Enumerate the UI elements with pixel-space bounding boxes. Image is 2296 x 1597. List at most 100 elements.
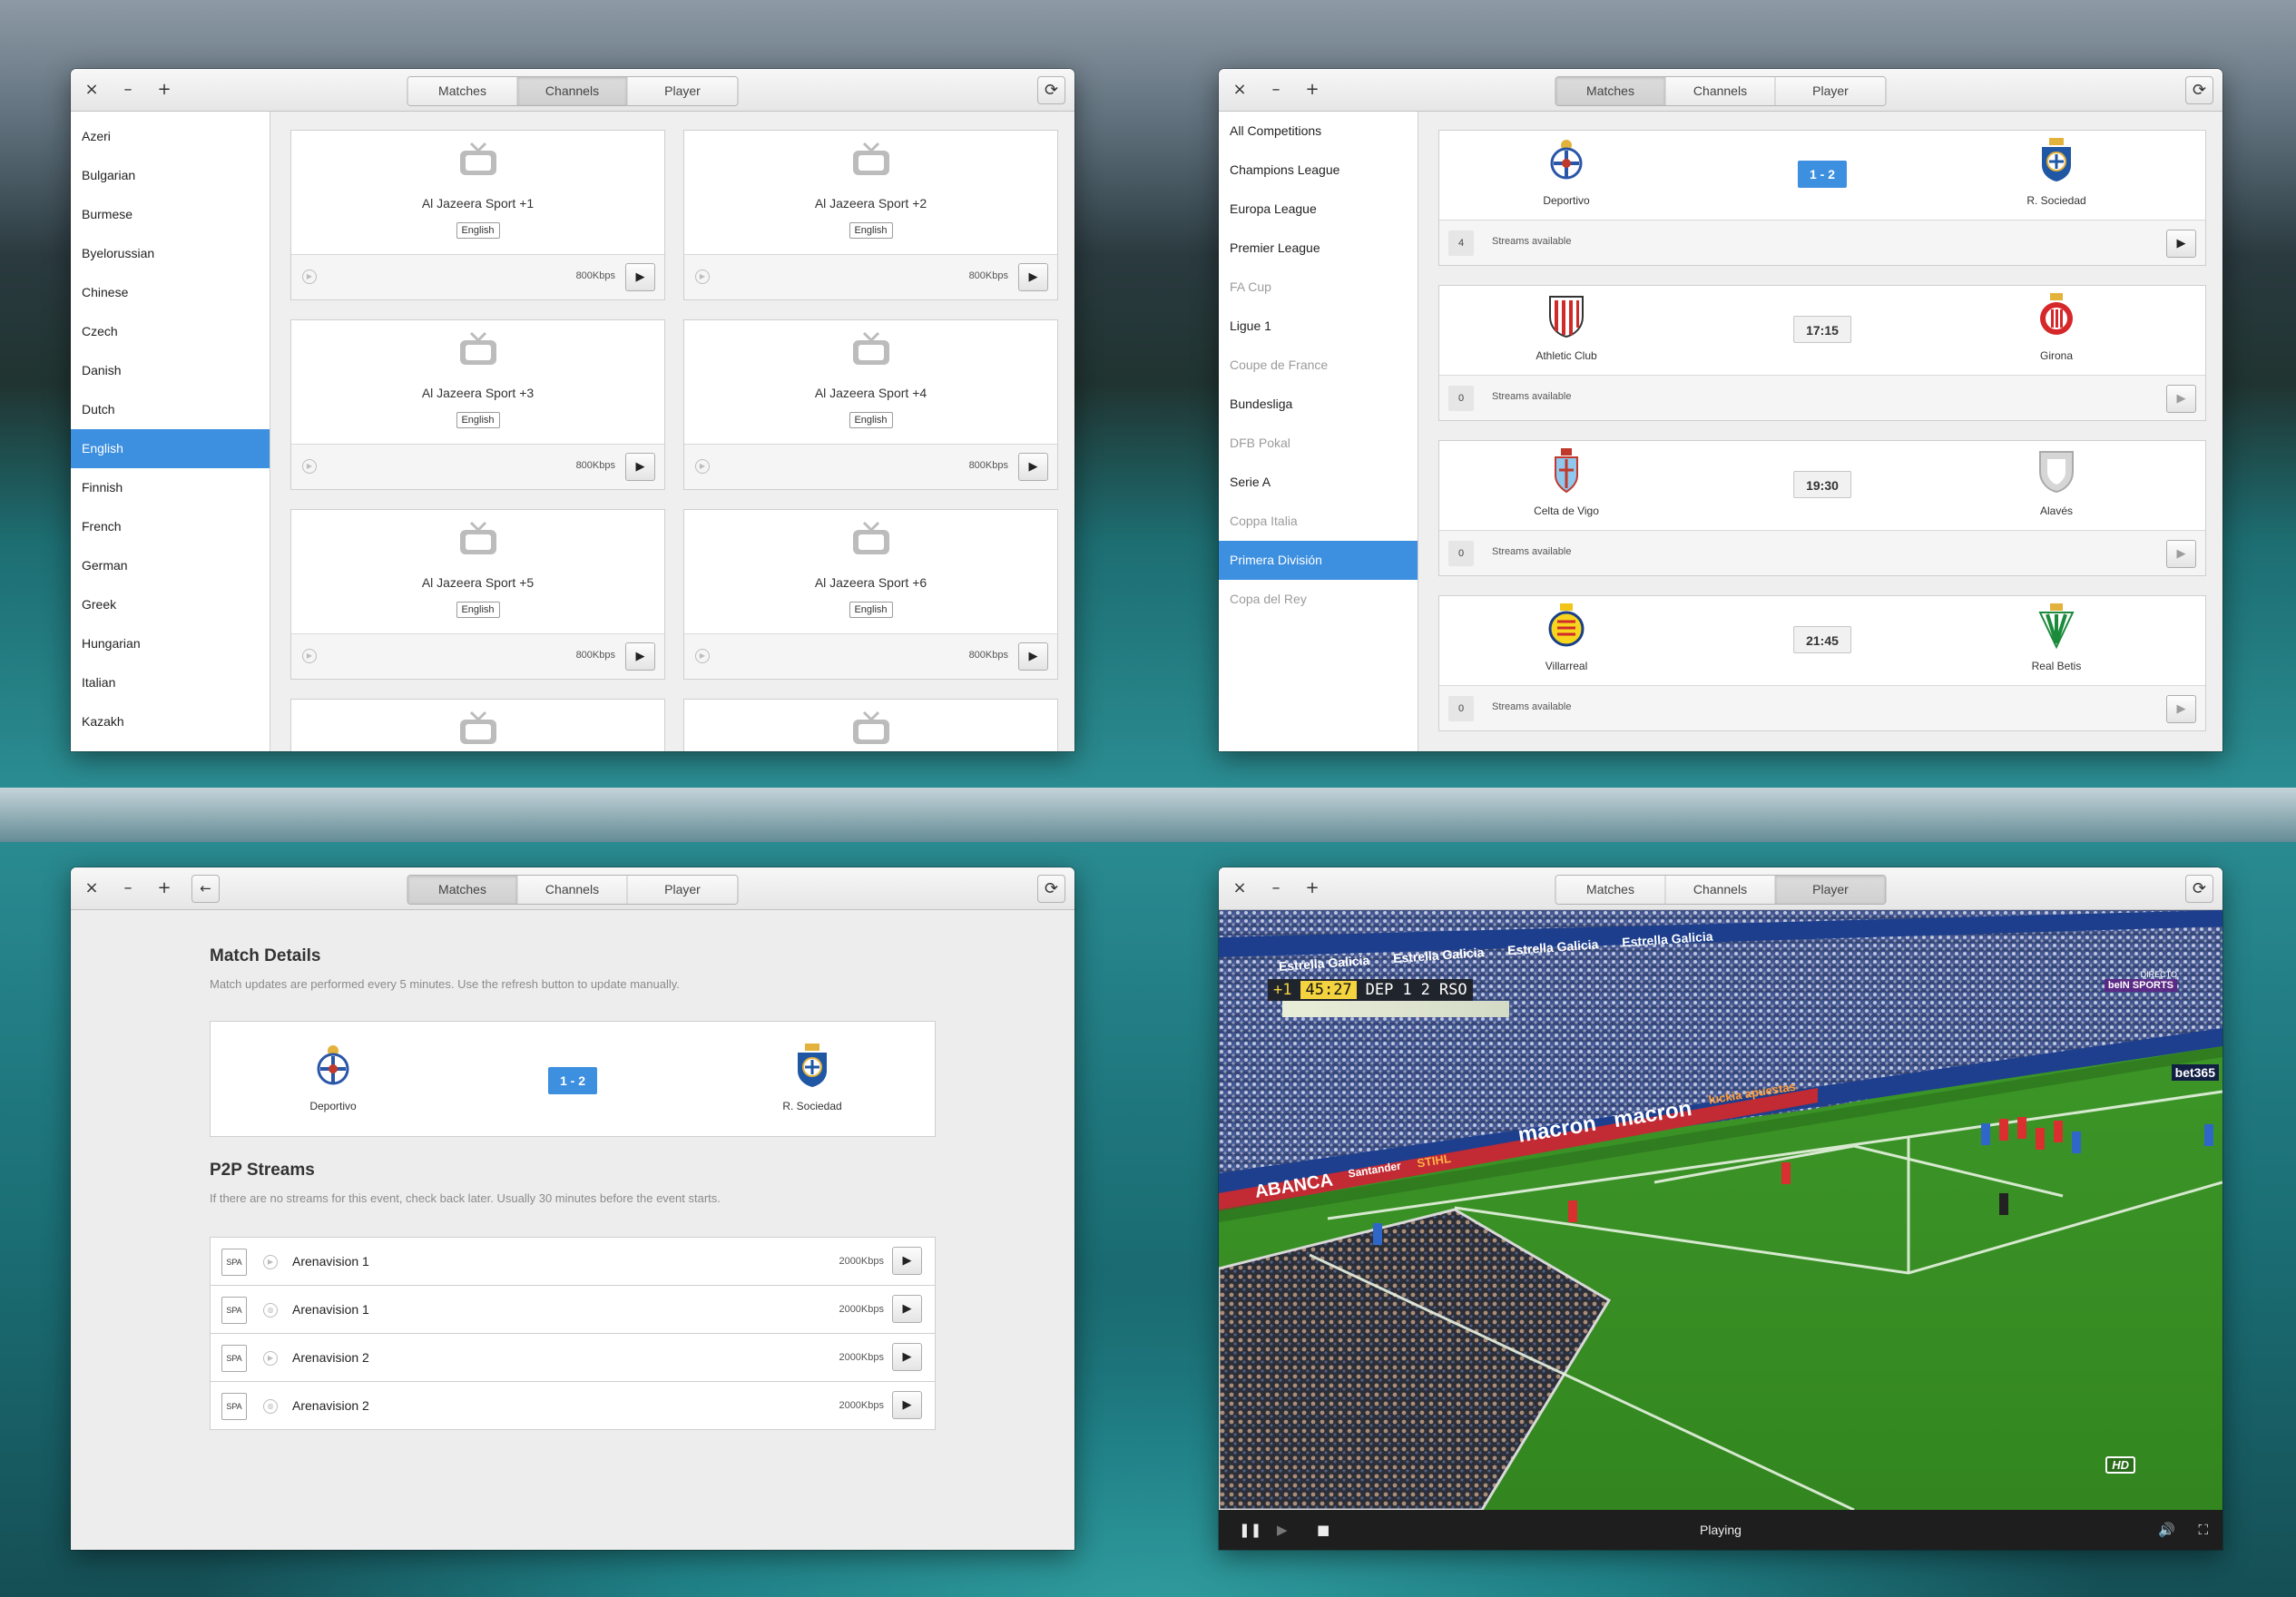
streams-label: Streams available: [1492, 391, 1572, 402]
refresh-icon[interactable]: ⟳: [2185, 875, 2213, 903]
match-card[interactable]: Deportivo 1 - 2 R. Sociedad 4 Streams availa…: [1438, 130, 2206, 266]
sidebar-item-language[interactable]: German: [71, 546, 270, 585]
stream-count: 4: [1448, 230, 1474, 256]
tab-player[interactable]: Player: [627, 77, 738, 105]
channel-card-partial[interactable]: [290, 699, 665, 751]
sidebar-item-language[interactable]: French: [71, 507, 270, 546]
play-button[interactable]: ▶: [1018, 453, 1048, 481]
tab-matches[interactable]: Matches: [1555, 77, 1666, 105]
sidebar-item-language-selected[interactable]: English: [71, 429, 270, 468]
channel-card[interactable]: Al Jazeera Sport +3 English ▶ 800Kbps ▶: [290, 319, 665, 490]
tab-matches[interactable]: Matches: [407, 77, 518, 105]
volume-icon[interactable]: 🔊: [2158, 1519, 2175, 1541]
match-card[interactable]: Celta de Vigo 19:30 Alavés 0 Streams availab…: [1438, 440, 2206, 576]
play-button[interactable]: ▶: [625, 642, 655, 671]
play-button[interactable]: ▶: [892, 1247, 922, 1275]
tab-channels[interactable]: Channels: [517, 876, 628, 904]
play-button[interactable]: ▶: [2166, 540, 2196, 568]
match-card[interactable]: Villarreal 21:45 Real Betis 0 Streams availa…: [1438, 595, 2206, 731]
play-button[interactable]: ▶: [1018, 642, 1048, 671]
channel-card[interactable]: Al Jazeera Sport +4 English ▶ 800Kbps ▶: [683, 319, 1058, 490]
refresh-icon[interactable]: ⟳: [1037, 76, 1065, 104]
sidebar-item-language[interactable]: Dutch: [71, 390, 270, 429]
sidebar-item-language[interactable]: Danish: [71, 351, 270, 390]
sidebar-item-competition[interactable]: Primera División: [1219, 541, 1418, 580]
tab-player[interactable]: Player: [1775, 77, 1886, 105]
stream-row[interactable]: SPA ◍ Arenavision 1 2000Kbps ▶: [210, 1285, 936, 1334]
tab-channels[interactable]: Channels: [1665, 876, 1776, 904]
sidebar-item-language[interactable]: Kazakh: [71, 702, 270, 741]
sidebar-item-competition[interactable]: Serie A: [1219, 463, 1418, 502]
match-summary-card: Deportivo 1 - 2 R. Sociedad: [210, 1021, 936, 1137]
channel-footer: ▶ 800Kbps ▶: [684, 254, 1057, 299]
sidebar-item-language[interactable]: Finnish: [71, 468, 270, 507]
sidebar-item-competition[interactable]: FA Cup: [1219, 268, 1418, 307]
play-button[interactable]: ▶: [1018, 263, 1048, 291]
close-icon[interactable]: ×: [82, 80, 102, 100]
sidebar-item-competition[interactable]: Coupe de France: [1219, 346, 1418, 385]
channel-card-partial[interactable]: [683, 699, 1058, 751]
minimize-icon[interactable]: –: [118, 878, 138, 898]
sidebar-item-language[interactable]: Bulgarian: [71, 156, 270, 195]
play-button[interactable]: ▶: [892, 1391, 922, 1419]
sidebar-item-language[interactable]: Italian: [71, 663, 270, 702]
refresh-icon[interactable]: ⟳: [1037, 875, 1065, 903]
sidebar-item-language[interactable]: Burmese: [71, 195, 270, 234]
play-button[interactable]: ▶: [2166, 385, 2196, 413]
sidebar-item-language[interactable]: Byelorussian: [71, 234, 270, 273]
sidebar-item-language[interactable]: Czech: [71, 312, 270, 351]
sidebar-item-competition[interactable]: All Competitions: [1219, 112, 1418, 151]
play-button[interactable]: ▶: [892, 1295, 922, 1323]
maximize-icon[interactable]: +: [1302, 878, 1322, 898]
pause-icon[interactable]: ❚❚: [1239, 1519, 1261, 1541]
sidebar-item-competition[interactable]: DFB Pokal: [1219, 424, 1418, 463]
maximize-icon[interactable]: +: [154, 80, 174, 100]
stream-row[interactable]: SPA ▶ Arenavision 1 2000Kbps ▶: [210, 1237, 936, 1286]
play-button[interactable]: ▶: [2166, 230, 2196, 258]
video-frame[interactable]: +1 45:27 DEP 1 2 RSO DIRECTO beIN SPORTS…: [1219, 910, 2222, 1510]
channel-card[interactable]: Al Jazeera Sport +1 English ▶ 800Kbps ▶: [290, 130, 665, 300]
close-icon[interactable]: ×: [82, 878, 102, 898]
refresh-icon[interactable]: ⟳: [2185, 76, 2213, 104]
sidebar-item-competition[interactable]: Premier League: [1219, 229, 1418, 268]
tab-matches[interactable]: Matches: [1555, 876, 1666, 904]
tab-channels[interactable]: Channels: [1665, 77, 1776, 105]
sidebar-item-language[interactable]: Azeri: [71, 117, 270, 156]
channel-card[interactable]: Al Jazeera Sport +6 English ▶ 800Kbps ▶: [683, 509, 1058, 680]
sidebar-item-competition[interactable]: Copa del Rey: [1219, 580, 1418, 619]
maximize-icon[interactable]: +: [154, 878, 174, 898]
sidebar-item-competition[interactable]: Coppa Italia: [1219, 502, 1418, 541]
play-icon[interactable]: ▶: [1277, 1519, 1288, 1541]
play-button[interactable]: ▶: [625, 263, 655, 291]
play-button[interactable]: ▶: [892, 1343, 922, 1371]
match-card[interactable]: Athletic Club 17:15 Girona 0 Streams availab…: [1438, 285, 2206, 421]
fullscreen-icon[interactable]: ⛶: [2198, 1519, 2208, 1541]
play-button[interactable]: ▶: [2166, 695, 2196, 723]
sidebar-item-competition[interactable]: Champions League: [1219, 151, 1418, 190]
close-icon[interactable]: ×: [1230, 878, 1250, 898]
tab-matches[interactable]: Matches: [407, 876, 518, 904]
close-icon[interactable]: ×: [1230, 80, 1250, 100]
tab-player[interactable]: Player: [1775, 876, 1886, 904]
sidebar-item-competition[interactable]: Europa League: [1219, 190, 1418, 229]
play-button[interactable]: ▶: [625, 453, 655, 481]
sidebar-item-language[interactable]: Hungarian: [71, 624, 270, 663]
stream-row[interactable]: SPA ▶ Arenavision 2 2000Kbps ▶: [210, 1333, 936, 1382]
tab-channels[interactable]: Channels: [517, 77, 628, 105]
sidebar-item-language[interactable]: Greek: [71, 585, 270, 624]
sidebar-item-competition[interactable]: Ligue 1: [1219, 307, 1418, 346]
play-circle-icon: ▶: [263, 1255, 278, 1269]
channel-card[interactable]: Al Jazeera Sport +5 English ▶ 800Kbps ▶: [290, 509, 665, 680]
bitrate: 2000Kbps: [839, 1352, 884, 1363]
maximize-icon[interactable]: +: [1302, 80, 1322, 100]
tab-player[interactable]: Player: [627, 876, 738, 904]
sidebar-item-competition[interactable]: Bundesliga: [1219, 385, 1418, 424]
minimize-icon[interactable]: –: [1266, 878, 1286, 898]
sidebar-item-language[interactable]: Chinese: [71, 273, 270, 312]
stop-icon[interactable]: ■: [1317, 1519, 1330, 1541]
minimize-icon[interactable]: –: [118, 80, 138, 100]
stream-row[interactable]: SPA ◍ Arenavision 2 2000Kbps ▶: [210, 1381, 936, 1430]
minimize-icon[interactable]: –: [1266, 80, 1286, 100]
back-arrow-icon[interactable]: ←: [191, 875, 220, 903]
channel-card[interactable]: Al Jazeera Sport +2 English ▶ 800Kbps ▶: [683, 130, 1058, 300]
